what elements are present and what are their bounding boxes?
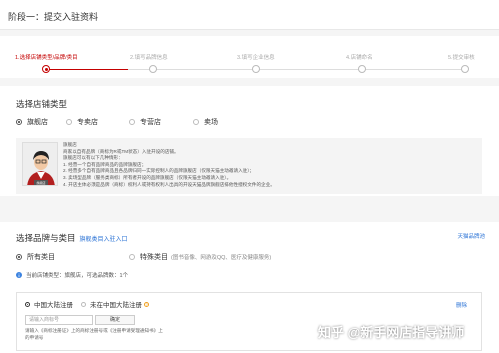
category-options: 所有类目 特殊类目 (图书音像、网游及QQ、医疗及健康服务) xyxy=(16,252,486,262)
step-2-dot xyxy=(149,65,157,73)
step-4-label: 4.店铺命名 xyxy=(346,55,373,61)
register-non-mainland-radio[interactable]: 未在中国大陆注册 ? xyxy=(81,299,149,309)
info-line: 商家以自有品牌（商标为R或TM状态）入驻开设的店铺。 xyxy=(63,148,179,154)
store-type-title: 选择店铺类型 xyxy=(16,99,68,109)
step-1-label: 1.选择店铺类型/品牌/类目 xyxy=(15,55,78,61)
step-5-dot xyxy=(461,65,469,73)
flagship-store-avatar: 旗舰店 xyxy=(22,142,58,186)
category-special-radio[interactable]: 特殊类目 (图书音像、网游及QQ、医疗及健康服务) xyxy=(129,252,271,262)
radio-label: 旗舰店 xyxy=(27,119,48,126)
info-line: 4. 开店主体必须是品牌（商标）权利人或持有权利人出具的开设天猫品牌旗舰店排他性… xyxy=(63,181,275,187)
delete-link[interactable]: 删除 xyxy=(456,301,467,309)
store-type-section: 选择店铺类型 旗舰店 专卖店 专营店 卖场 旗舰店 旗舰店 商家以自有品牌（商标… xyxy=(0,86,499,196)
info-line: 旗舰店 xyxy=(63,142,77,147)
store-type-mall-radio[interactable]: 卖场 xyxy=(193,117,218,127)
radio-circle xyxy=(193,119,199,125)
brand-category-title: 选择品牌与类目 旗舰类目入驻入口 xyxy=(16,232,128,244)
store-type-tip: i 当前店铺类型：旗舰店，可选品牌数：1个 xyxy=(16,271,128,279)
radio-label: 所有类目 xyxy=(27,254,55,261)
step-5-label: 5.提交审核 xyxy=(448,55,475,61)
tip-text: 当前店铺类型：旗舰店，可选品牌数：1个 xyxy=(26,273,129,279)
store-type-options: 旗舰店 专卖店 专营店 卖场 xyxy=(16,117,486,127)
trademark-number-input[interactable]: 请输入商标号 xyxy=(25,315,93,325)
radio-label: 未在中国大陆注册 xyxy=(90,302,142,309)
special-category-desc: (图书音像、网游及QQ、医疗及健康服务) xyxy=(171,255,272,261)
step-3-label: 3.填写企业信息 xyxy=(237,55,275,61)
radio-circle xyxy=(25,301,30,307)
radio-circle xyxy=(129,119,135,125)
radio-circle xyxy=(129,254,135,260)
radio-label: 特殊类目 xyxy=(140,254,168,261)
store-type-specialty-radio[interactable]: 专营店 xyxy=(129,117,161,127)
info-line: 3. 卖场型品牌（服务类商标）所有者开设的品牌旗舰店（仅限天猫主动邀请入驻）。 xyxy=(63,174,232,180)
zhihu-watermark: 知乎 @新手网店指导讲师 xyxy=(318,325,465,340)
store-type-flagship-radio[interactable]: 旗舰店 xyxy=(16,117,48,127)
register-mainland-radio[interactable]: 中国大陆注册 xyxy=(25,299,73,309)
radio-circle xyxy=(16,119,22,125)
store-type-franchise-radio[interactable]: 专卖店 xyxy=(66,117,98,127)
radio-circle xyxy=(66,119,72,125)
radio-label: 专营店 xyxy=(140,119,161,126)
tmall-brand-pool-link[interactable]: 天猫品牌池 xyxy=(457,232,485,240)
step-3-dot xyxy=(252,65,260,73)
radio-label: 中国大陆注册 xyxy=(34,302,73,309)
confirm-button[interactable]: 确定 xyxy=(95,315,135,325)
category-all-radio[interactable]: 所有类目 xyxy=(16,252,55,262)
flagship-category-entry-link[interactable]: 旗舰类目入驻入口 xyxy=(80,237,128,243)
radio-circle xyxy=(16,254,22,260)
progress-steps: 1.选择店铺类型/品牌/类目 2.填写品牌信息 3.填写企业信息 4.店铺命名 … xyxy=(0,36,499,78)
person-illustration-icon: 旗舰店 xyxy=(23,143,57,185)
step-2-label: 2.填写品牌信息 xyxy=(130,55,168,61)
info-line: 2. 经营多个自有品牌商品且各品牌归同一实际控制人的品牌旗舰店（仅限天猫主动邀请… xyxy=(63,168,255,174)
info-line: 旗舰店可以有以下几种情形： xyxy=(63,155,123,161)
info-icon: i xyxy=(16,272,22,278)
page-title: 阶段一：提交入驻资料 xyxy=(8,12,99,22)
radio-label: 专卖店 xyxy=(77,119,98,126)
page-header: 阶段一：提交入驻资料 xyxy=(0,0,499,30)
store-type-description: 旗舰店 商家以自有品牌（商标为R或TM状态）入驻开设的店铺。 旗舰店可以有以下几… xyxy=(63,142,473,188)
progress-track-active xyxy=(46,69,128,70)
step-1-dot xyxy=(42,65,50,73)
radio-circle xyxy=(81,301,86,307)
help-icon[interactable]: ? xyxy=(144,301,149,307)
trademark-note: 请输入《商标注册证》上的商标注册号或《注册申请受理通知书》上的申请号 xyxy=(25,328,163,340)
avatar-caption: 旗舰店 xyxy=(36,180,45,185)
radio-label: 卖场 xyxy=(204,119,218,126)
brand-category-title-text: 选择品牌与类目 xyxy=(16,233,76,243)
store-type-info-box: 旗舰店 旗舰店 商家以自有品牌（商标为R或TM状态）入驻开设的店铺。 旗舰店可以… xyxy=(16,138,482,194)
step-4-dot xyxy=(358,65,366,73)
